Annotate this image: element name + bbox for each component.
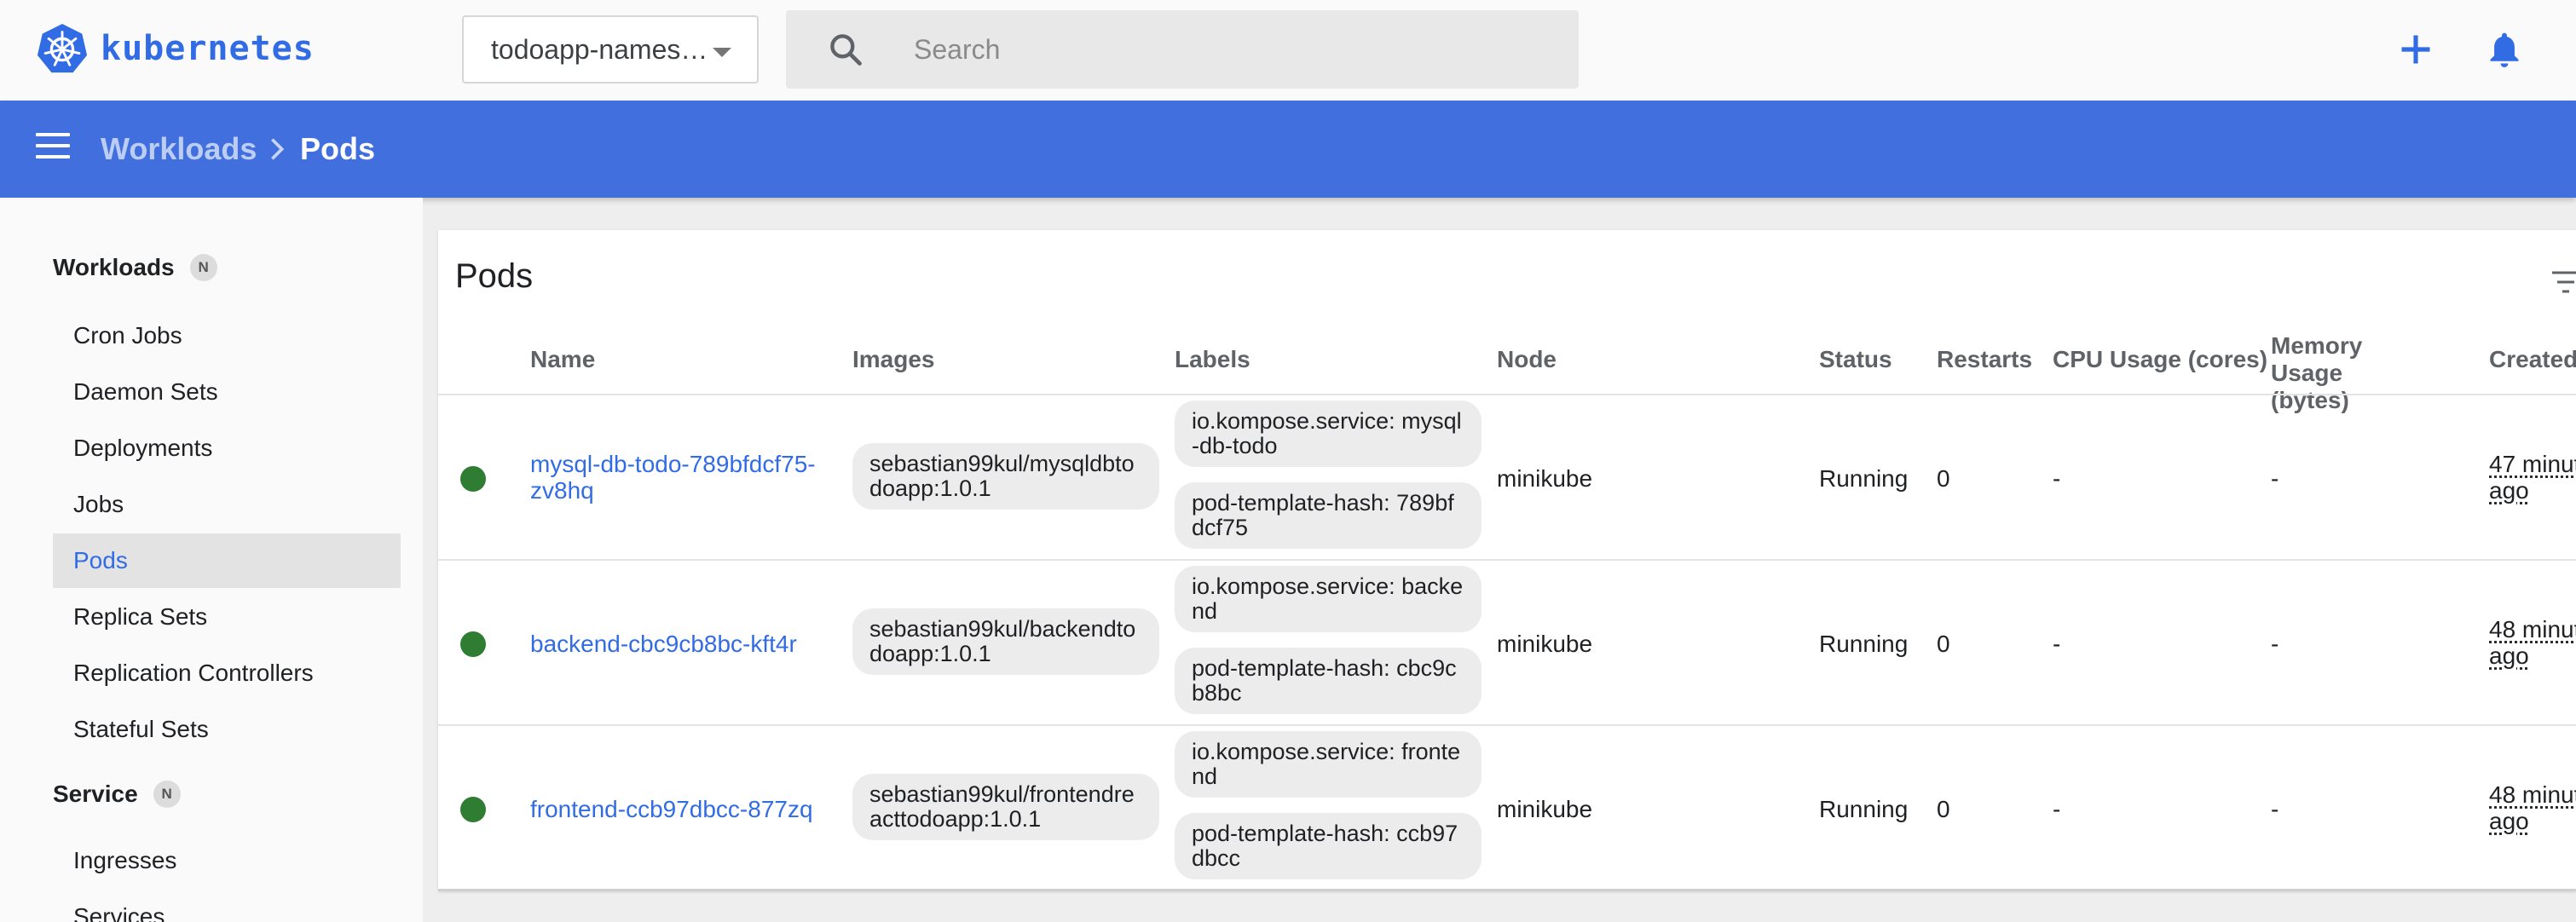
node-cell: minikube: [1497, 465, 1593, 492]
table-row: backend-cbc9cb8bc-kft4r sebastian99kul/b…: [438, 561, 2576, 726]
sidebar-section-workloads[interactable]: Workloads N: [53, 254, 217, 281]
label-chip: io.kompose.service: mysql-db-todo: [1175, 400, 1481, 467]
column-header-node: Node: [1497, 346, 1557, 372]
column-header-created[interactable]: Created: [2489, 346, 2576, 373]
header-bar: Workloads Pods: [0, 101, 2576, 198]
kubernetes-logo[interactable]: kubernetes: [36, 22, 315, 75]
sidebar-section-title: Service: [53, 781, 138, 807]
sidebar-item-cron-jobs[interactable]: Cron Jobs: [53, 308, 401, 363]
card-title: Pods: [455, 257, 534, 295]
sidebar-item-deployments[interactable]: Deployments: [53, 421, 401, 475]
label-chip: io.kompose.service: frontend: [1175, 731, 1481, 798]
column-header-cpu: CPU Usage (cores): [2053, 346, 2268, 372]
image-chip: sebastian99kul/mysqldbtodoapp:1.0.1: [852, 443, 1159, 510]
pods-card: Pods Name Images Labels Node Status Rest…: [438, 230, 2576, 891]
sidebar-item-jobs[interactable]: Jobs: [53, 477, 401, 532]
memory-cell: -: [2271, 796, 2279, 822]
pod-name-link[interactable]: frontend-ccb97dbcc-877zq: [530, 796, 837, 822]
namespaced-badge: N: [153, 781, 181, 808]
kubernetes-helm-icon: [37, 23, 88, 73]
created-cell: 48 minutes ago: [2489, 781, 2576, 834]
top-bar: kubernetes todoapp-names…: [0, 0, 2576, 101]
cpu-cell: -: [2053, 796, 2061, 822]
image-chip: sebastian99kul/backendtodoapp:1.0.1: [852, 608, 1159, 675]
memory-cell: -: [2271, 465, 2279, 492]
sidebar-section-service[interactable]: Service N: [53, 781, 181, 808]
logo-text: kubernetes: [101, 29, 315, 68]
sidebar-section-title: Workloads: [53, 254, 175, 280]
sidebar-item-pods[interactable]: Pods: [53, 533, 401, 588]
status-cell: Running: [1819, 465, 1909, 492]
restarts-cell: 0: [1937, 465, 1950, 492]
sidebar-item-ingresses[interactable]: Ingresses: [53, 833, 401, 888]
image-chip: sebastian99kul/frontendreacttodoapp:1.0.…: [852, 774, 1159, 840]
search-icon: [830, 34, 862, 66]
hamburger-menu-icon[interactable]: [36, 133, 70, 164]
sidebar-item-daemon-sets[interactable]: Daemon Sets: [53, 365, 401, 419]
sidebar-item-replication-controllers[interactable]: Replication Controllers: [53, 646, 401, 700]
filter-list-icon[interactable]: [2549, 269, 2576, 295]
memory-cell: -: [2271, 631, 2279, 657]
restarts-cell: 0: [1937, 796, 1950, 822]
pod-name-link[interactable]: backend-cbc9cb8bc-kft4r: [530, 631, 837, 657]
sidebar-item-replica-sets[interactable]: Replica Sets: [53, 590, 401, 644]
chevron-right-icon: [271, 138, 285, 160]
label-chip: pod-template-hash: ccb97dbcc: [1175, 813, 1481, 879]
label-chip: pod-template-hash: cbc9cb8bc: [1175, 648, 1481, 714]
breadcrumb-workloads[interactable]: Workloads: [101, 101, 257, 198]
column-header-labels: Labels: [1175, 346, 1250, 372]
node-cell: minikube: [1497, 631, 1593, 657]
label-chip: pod-template-hash: 789bfdcf75: [1175, 482, 1481, 549]
cpu-cell: -: [2053, 631, 2061, 657]
create-plus-icon[interactable]: [2397, 31, 2434, 68]
sidebar: Workloads N Cron Jobs Daemon Sets Deploy…: [0, 198, 423, 922]
pod-name-link[interactable]: mysql-db-todo-789bfdcf75-zv8hq: [530, 451, 837, 504]
status-cell: Running: [1819, 631, 1909, 657]
sidebar-item-stateful-sets[interactable]: Stateful Sets: [53, 702, 401, 757]
table-row: mysql-db-todo-789bfdcf75-zv8hq sebastian…: [438, 395, 2576, 561]
breadcrumb-pods: Pods: [300, 131, 376, 166]
search-input[interactable]: [914, 10, 1562, 89]
status-running-icon: [460, 797, 486, 822]
search-bar: [786, 10, 1579, 89]
notifications-bell-icon[interactable]: [2486, 29, 2523, 70]
node-cell: minikube: [1497, 796, 1593, 822]
chevron-down-icon: [713, 48, 731, 57]
column-header-name[interactable]: Name: [530, 346, 595, 373]
created-cell: 48 minutes ago: [2489, 616, 2576, 669]
namespaced-badge: N: [189, 254, 217, 281]
created-cell: 47 minutes ago: [2489, 451, 2576, 504]
status-running-icon: [460, 466, 486, 492]
cpu-cell: -: [2053, 465, 2061, 492]
table-row: frontend-ccb97dbcc-877zq sebastian99kul/…: [438, 726, 2576, 891]
label-chip: io.kompose.service: backend: [1175, 566, 1481, 632]
status-running-icon: [460, 631, 486, 657]
status-cell: Running: [1819, 796, 1909, 822]
sidebar-item-services[interactable]: Services: [53, 890, 401, 922]
column-header-images: Images: [852, 346, 935, 372]
column-header-status: Status: [1819, 346, 1892, 372]
column-header-restarts: Restarts: [1937, 346, 2033, 372]
namespace-select[interactable]: todoapp-names…: [462, 15, 759, 84]
restarts-cell: 0: [1937, 631, 1950, 657]
namespace-value: todoapp-names…: [491, 33, 708, 65]
